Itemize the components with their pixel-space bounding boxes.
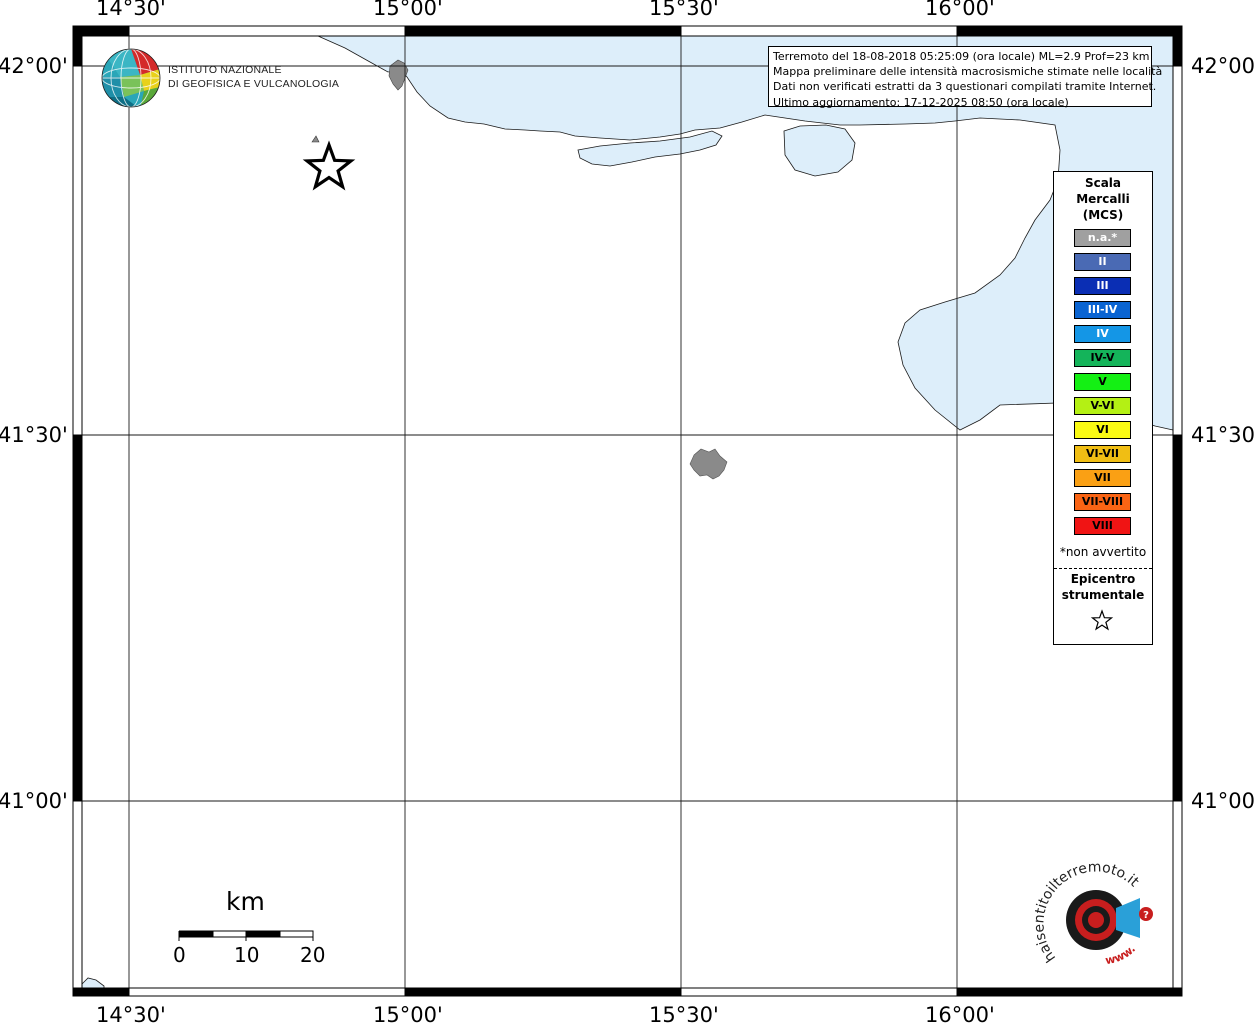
legend-item: n.a.*	[1074, 229, 1131, 247]
legend-note: *non avvertito	[1059, 545, 1147, 559]
scale-bar-graphic	[178, 930, 314, 941]
frame-left	[72, 36, 83, 989]
legend-epicenter-line2: strumentale	[1061, 588, 1145, 602]
lat-label-right-1: 42°00'	[1191, 54, 1255, 78]
legend-item: VII-VIII	[1074, 493, 1131, 511]
scale-bar: km 0 10 20	[160, 885, 340, 975]
lat-label-left-2: 41°30'	[0, 423, 68, 447]
village-marker	[311, 135, 320, 143]
lon-label-bottom-3: 15°30'	[649, 1003, 719, 1027]
hsit-logo[interactable]: haisentitoilterremoto.it www. ?	[1028, 858, 1168, 978]
event-info-box: Terremoto del 18-08-2018 05:25:09 (ora l…	[768, 46, 1163, 109]
legend-item: IV	[1074, 325, 1131, 343]
event-info-line-3: Dati non verificati estratti da 3 questi…	[773, 80, 1157, 94]
legend-title-line2: Mercalli	[1076, 192, 1130, 206]
hsit-question-icon: ?	[1143, 910, 1149, 921]
lat-label-left-1: 42°00'	[0, 54, 68, 78]
legend-item: III-IV	[1074, 301, 1131, 319]
scale-tick-20: 20	[300, 943, 326, 967]
legend-item: VII	[1074, 469, 1131, 487]
legend-item: IV-V	[1074, 349, 1131, 367]
lon-label-bottom-1: 14°30'	[96, 1003, 166, 1027]
event-info-line-2: Mappa preliminare delle intensità macros…	[773, 65, 1163, 79]
scale-tick-0: 0	[173, 943, 186, 967]
lon-label-bottom-2: 15°00'	[373, 1003, 443, 1027]
lat-label-right-2: 41°30'	[1191, 423, 1255, 447]
epicenter-star-icon[interactable]	[302, 140, 356, 191]
lon-label-top-4: 16°00'	[925, 0, 995, 20]
ingv-name-line1: ISTITUTO NAZIONALE	[168, 64, 282, 76]
legend-item: VIII	[1074, 517, 1131, 535]
frame-right	[1172, 36, 1183, 989]
lat-label-right-3: 41°00'	[1191, 789, 1255, 813]
lon-label-bottom-4: 16°00'	[925, 1003, 995, 1027]
ingv-logo: ISTITUTO NAZIONALE DI GEOFISICA E VULCAN…	[100, 47, 339, 111]
legend-item: VI	[1074, 421, 1131, 439]
scale-tick-10: 10	[234, 943, 260, 967]
ingv-globe-icon	[101, 48, 161, 108]
event-info-line-4: Ultimo aggiornamento: 17-12-2025 08:50 (…	[773, 95, 1069, 109]
map-frame	[72, 25, 1183, 997]
lon-label-top-1: 14°30'	[96, 0, 166, 20]
intensity-legend: Scala Mercalli (MCS) n.a.* II III III-IV IV I…	[1053, 171, 1153, 645]
legend-item: III	[1074, 277, 1131, 295]
ingv-name-line2: DI GEOFISICA E VULCANOLOGIA	[168, 78, 340, 90]
lagoon-varano	[783, 124, 856, 177]
lucera-town	[689, 448, 728, 480]
legend-epicenter-line1: Epicentro	[1070, 572, 1136, 586]
legend-item: II	[1074, 253, 1131, 271]
hsit-logo-graphic: haisentitoilterremoto.it www. ?	[1031, 859, 1153, 967]
lon-label-top-2: 15°00'	[373, 0, 443, 20]
legend-item: V-VI	[1074, 397, 1131, 415]
lon-label-top-3: 15°30'	[649, 0, 719, 20]
event-info-line-1: Terremoto del 18-08-2018 05:25:09 (ora l…	[773, 50, 1150, 63]
frame-bottom	[73, 987, 1182, 997]
legend-title-line3: (MCS)	[1082, 208, 1124, 222]
legend-star-icon	[1090, 609, 1114, 631]
graticule	[82, 36, 1173, 988]
legend-title-line1: Scala	[1084, 176, 1122, 190]
frame-top	[73, 25, 1182, 37]
legend-item: V	[1074, 373, 1131, 391]
lat-label-left-3: 41°00'	[0, 789, 68, 813]
legend-item: VI-VII	[1074, 445, 1131, 463]
legend-divider	[1054, 568, 1152, 569]
